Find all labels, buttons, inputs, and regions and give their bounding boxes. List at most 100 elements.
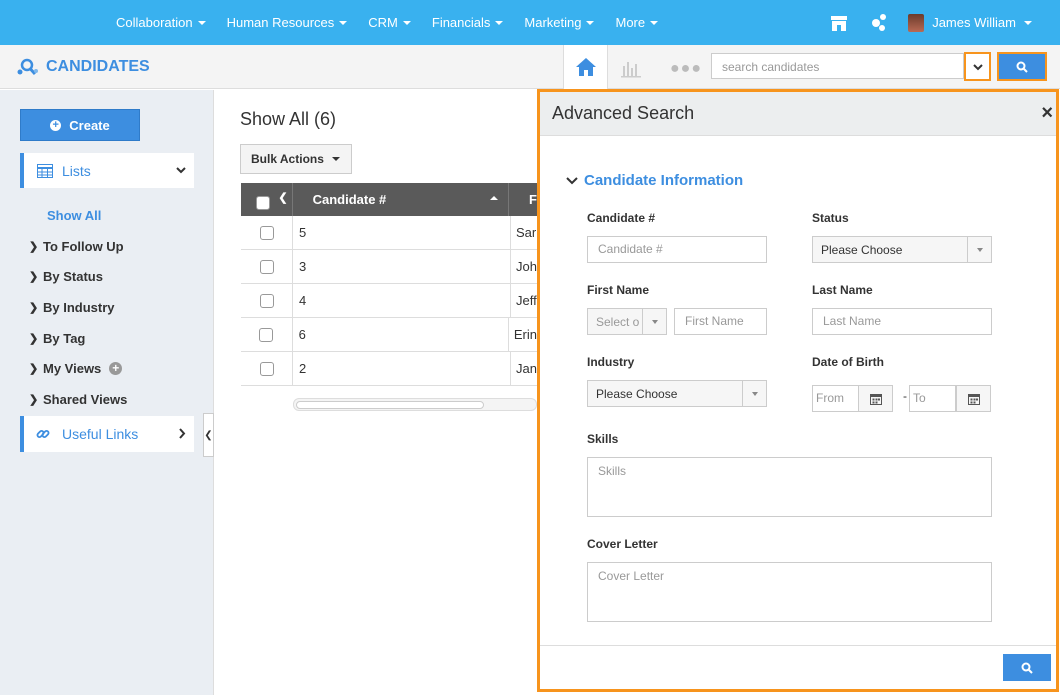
chevron-down-icon xyxy=(972,63,983,71)
dob-label: Date of Birth xyxy=(812,355,884,369)
nav-human-resources[interactable]: Human Resources xyxy=(227,15,348,30)
nav-crm[interactable]: CRM xyxy=(368,15,411,30)
row-select-cell xyxy=(241,250,293,283)
sidebar-item-show-all[interactable]: Show All xyxy=(29,200,127,231)
nav-label: Financials xyxy=(431,15,491,30)
user-avatar[interactable] xyxy=(908,13,925,32)
row-checkbox[interactable] xyxy=(259,293,274,308)
nav-collaboration[interactable]: Collaboration xyxy=(116,15,206,30)
row-checkbox[interactable] xyxy=(259,361,274,376)
sidebar-item-label: Shared Views xyxy=(43,391,128,407)
search-input[interactable]: search candidates xyxy=(711,53,964,79)
user-menu[interactable]: James William xyxy=(932,15,1032,30)
salutation-select[interactable]: Select o xyxy=(587,308,667,335)
candidate-num-cell: 4 xyxy=(293,284,511,317)
table-horizontal-scrollbar[interactable] xyxy=(293,398,537,411)
candidate-num-cell: 3 xyxy=(293,250,511,283)
scrollbar-thumb[interactable] xyxy=(296,401,484,409)
advanced-search-submit-button[interactable] xyxy=(1003,654,1051,681)
close-icon[interactable]: × xyxy=(1041,102,1053,125)
candidate-num-input[interactable]: Candidate # xyxy=(587,236,767,263)
candidate-num-cell: 6 xyxy=(293,318,509,351)
bulk-actions-button[interactable]: Bulk Actions xyxy=(240,144,352,174)
first-name-label: First Name xyxy=(587,283,650,297)
dob-to-calendar-button[interactable] xyxy=(956,385,991,412)
cover-letter-label: Cover Letter xyxy=(587,537,658,551)
caret-down-icon xyxy=(1024,20,1032,25)
chevron-right-icon: ❯ xyxy=(29,271,39,284)
cover-letter-textarea[interactable]: Cover Letter xyxy=(587,562,992,622)
nav-more[interactable]: More xyxy=(615,15,659,30)
candidate-num-cell: 5 xyxy=(293,216,511,249)
sidebar-item-to-follow-up[interactable]: ❯ To Follow Up xyxy=(29,231,127,262)
advanced-search-footer xyxy=(540,645,1056,689)
lists-dropdown[interactable]: Lists xyxy=(20,153,194,188)
search-button[interactable] xyxy=(997,52,1047,81)
sidebar-item-by-status[interactable]: ❯ By Status xyxy=(29,261,127,292)
candidate-num-label: Candidate # xyxy=(587,211,656,225)
section-candidate-information[interactable]: Candidate Information xyxy=(566,172,743,189)
chart-view-button[interactable] xyxy=(620,58,642,78)
table-header: ❮ Candidate # F xyxy=(241,183,537,216)
row-checkbox[interactable] xyxy=(259,327,274,342)
create-label: Create xyxy=(69,117,110,133)
collaboration-icon[interactable] xyxy=(870,13,888,33)
nav-label: Human Resources xyxy=(226,15,335,30)
row-select-cell xyxy=(241,284,293,317)
calendar-icon xyxy=(869,393,882,405)
chevron-right-icon: ❯ xyxy=(29,332,39,345)
useful-links-label: Useful Links xyxy=(62,426,139,442)
status-select[interactable]: Please Choose xyxy=(812,236,992,263)
salutation-selected-value: Select o xyxy=(596,315,640,329)
first-name-cell: Jeff xyxy=(516,293,537,308)
candidate-num-cell: 2 xyxy=(293,352,511,385)
last-name-input[interactable]: Last Name xyxy=(812,308,992,335)
sidebar-collapse-handle[interactable]: ❮ xyxy=(203,413,214,457)
nav-label: Collaboration xyxy=(116,15,193,30)
table-icon xyxy=(37,163,53,178)
table-row[interactable]: 2 Jan xyxy=(241,352,537,386)
sidebar-item-by-industry[interactable]: ❯ By Industry xyxy=(29,292,127,323)
sidebar-item-my-views[interactable]: ❯ My Views + xyxy=(29,353,127,384)
nav-marketing[interactable]: Marketing xyxy=(524,15,595,30)
skills-textarea[interactable]: Skills xyxy=(587,457,992,517)
nav-financials[interactable]: Financials xyxy=(432,15,504,30)
dob-from-input[interactable]: From xyxy=(812,385,859,412)
dob-to-input[interactable]: To xyxy=(909,385,956,412)
more-options-button[interactable]: ●●● xyxy=(670,60,702,78)
dob-from-calendar-button[interactable] xyxy=(858,385,893,412)
table-row[interactable]: 3 Joh xyxy=(241,250,537,284)
row-checkbox[interactable] xyxy=(259,225,274,240)
sidebar-item-by-tag[interactable]: ❯ By Tag xyxy=(29,323,127,354)
last-name-label: Last Name xyxy=(812,283,873,297)
store-icon[interactable] xyxy=(830,14,848,32)
chevron-left-icon: ❮ xyxy=(204,429,213,441)
table-row[interactable]: 6 Erin xyxy=(241,318,537,352)
candidates-table: ❮ Candidate # F 5 Sar 3 Joh 4 Jeff 6 Eri… xyxy=(241,183,537,386)
sidebar-item-shared-views[interactable]: ❯ Shared Views xyxy=(29,384,127,415)
row-checkbox[interactable] xyxy=(259,259,274,274)
industry-selected-value: Please Choose xyxy=(596,387,678,401)
select-all-checkbox[interactable] xyxy=(256,195,271,210)
column-header-first-name[interactable]: F xyxy=(509,192,537,207)
useful-links[interactable]: Useful Links xyxy=(20,416,194,452)
row-select-cell xyxy=(241,216,293,249)
create-button[interactable]: + Create xyxy=(20,109,140,141)
advanced-search-toggle[interactable] xyxy=(964,52,991,81)
chevron-left-icon[interactable]: ❮ xyxy=(278,191,287,204)
caret-down-icon xyxy=(331,157,340,161)
column-header-candidate-num[interactable]: Candidate # xyxy=(293,183,510,216)
row-select-cell xyxy=(241,352,293,385)
table-row[interactable]: 4 Jeff xyxy=(241,284,537,318)
first-name-cell: Sar xyxy=(516,225,537,240)
table-row[interactable]: 5 Sar xyxy=(241,216,537,250)
page-title: Show All (6) xyxy=(240,109,337,129)
first-name-input[interactable]: First Name xyxy=(674,308,767,335)
industry-select[interactable]: Please Choose xyxy=(587,380,767,407)
add-view-icon[interactable]: + xyxy=(109,362,123,376)
top-nav-menu: Collaboration Human Resources CRM Financ… xyxy=(116,0,679,45)
nav-label: More xyxy=(615,15,646,30)
caret-down-icon xyxy=(650,20,659,25)
sidebar-list-nav: Show All ❯ To Follow Up ❯ By Status ❯ By In… xyxy=(29,200,127,415)
home-tab[interactable] xyxy=(563,45,608,89)
